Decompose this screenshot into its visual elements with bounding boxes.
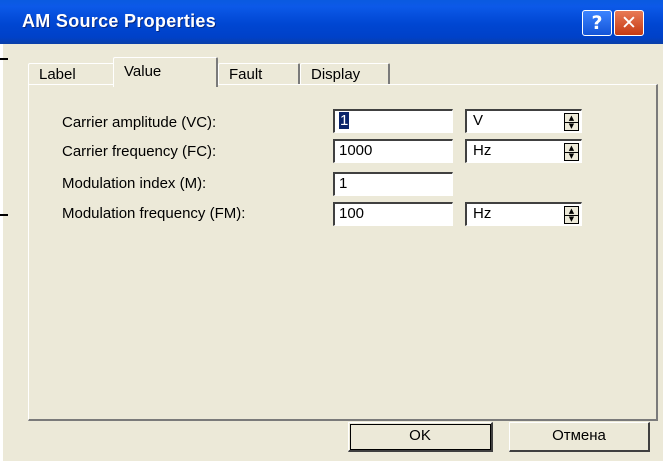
unit-spinner[interactable]: ▲ ▼ xyxy=(564,143,579,161)
carrier-amplitude-label: Carrier amplitude (VC): xyxy=(62,114,217,131)
carrier-frequency-unit: Hz xyxy=(473,142,492,159)
title-bar[interactable]: AM Source Properties ? ✕ xyxy=(0,0,663,44)
close-button[interactable]: ✕ xyxy=(614,10,644,36)
modulation-index-label: Modulation index (M): xyxy=(62,175,207,192)
tab-value[interactable]: Value xyxy=(113,57,218,87)
window-title: AM Source Properties xyxy=(22,11,217,31)
carrier-frequency-unit-select[interactable]: Hz ▲ ▼ xyxy=(465,139,582,163)
modulation-frequency-value: 100 xyxy=(339,205,365,222)
tab-value-text: Value xyxy=(124,63,162,80)
tab-display-text: Display xyxy=(311,66,361,83)
carrier-amplitude-unit-select[interactable]: V ▲ ▼ xyxy=(465,109,582,133)
help-button[interactable]: ? xyxy=(582,10,612,36)
carrier-amplitude-value: 1 xyxy=(339,112,350,129)
carrier-frequency-value: 1000 xyxy=(339,142,373,159)
spin-down-icon[interactable]: ▼ xyxy=(565,122,578,130)
modulation-frequency-unit-select[interactable]: Hz ▲ ▼ xyxy=(465,202,582,226)
spin-down-icon[interactable]: ▼ xyxy=(565,215,578,223)
carrier-amplitude-input[interactable]: 1 xyxy=(333,109,453,133)
value-tab-panel: Carrier amplitude (VC): 1 V ▲ ▼ Carrier … xyxy=(28,84,658,421)
ok-button[interactable]: OK xyxy=(348,422,493,452)
carrier-amplitude-unit: V xyxy=(473,112,484,129)
tab-fault-text: Fault xyxy=(229,66,263,83)
edge-mark xyxy=(0,214,8,216)
modulation-index-input[interactable]: 1 xyxy=(333,172,453,196)
close-icon: ✕ xyxy=(621,12,637,34)
modulation-frequency-label: Modulation frequency (FM): xyxy=(62,205,246,222)
modulation-frequency-input[interactable]: 100 xyxy=(333,202,453,226)
modulation-frequency-unit: Hz xyxy=(473,205,492,222)
window-left-edge xyxy=(0,44,3,461)
unit-spinner[interactable]: ▲ ▼ xyxy=(564,206,579,224)
carrier-frequency-input[interactable]: 1000 xyxy=(333,139,453,163)
spin-down-icon[interactable]: ▼ xyxy=(565,152,578,160)
edge-mark xyxy=(0,58,8,60)
tab-label-text: Label xyxy=(39,66,76,83)
unit-spinner[interactable]: ▲ ▼ xyxy=(564,113,579,131)
modulation-index-value: 1 xyxy=(339,175,348,192)
cancel-button[interactable]: Отмена xyxy=(509,422,650,452)
help-icon: ? xyxy=(591,12,603,34)
tab-display[interactable]: Display xyxy=(300,63,390,85)
tab-label[interactable]: Label xyxy=(28,63,116,85)
tab-fault[interactable]: Fault xyxy=(218,63,300,85)
am-source-properties-dialog: AM Source Properties ? ✕ Label Value Fau… xyxy=(0,0,663,461)
carrier-frequency-label: Carrier frequency (FC): xyxy=(62,143,217,160)
